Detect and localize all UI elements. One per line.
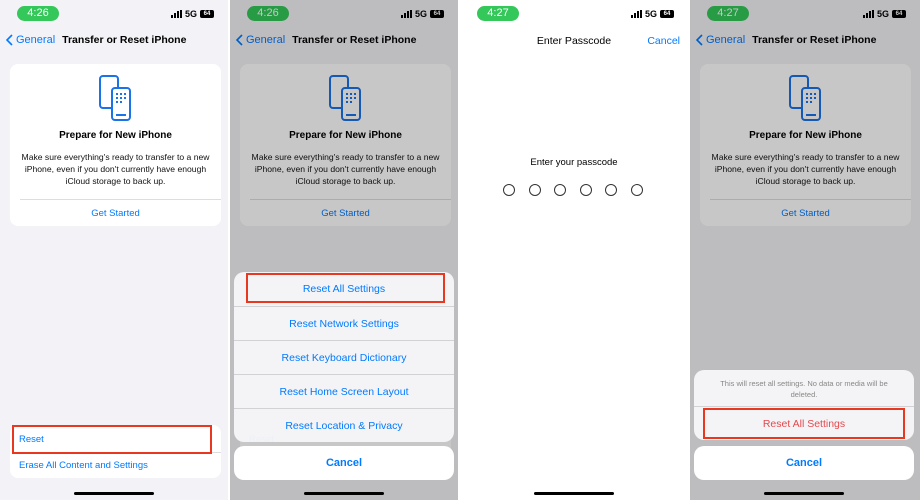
passcode-dot	[503, 184, 515, 196]
phone-transfer-icon	[99, 75, 131, 121]
screen-passcode: 4:27 5G 64 Enter Passcode Cancel Enter yo…	[460, 0, 688, 500]
passcode-dot	[528, 184, 541, 196]
divider	[20, 199, 221, 200]
reset-location-privacy-option[interactable]: Reset Location & Privacy	[234, 408, 454, 442]
time: 4:27	[477, 6, 519, 21]
battery-icon: 64	[200, 10, 214, 18]
back-label: General	[16, 34, 56, 46]
page-title: Transfer or Reset iPhone	[62, 34, 187, 46]
passcode-dot	[631, 184, 643, 196]
battery-icon: 64	[660, 10, 674, 18]
home-indicator	[74, 492, 154, 495]
chevron-left-icon	[6, 34, 13, 46]
card-heading: Prepare for New iPhone	[59, 130, 172, 141]
nav-bar: General Transfer or Reset iPhone	[6, 34, 228, 46]
reset-keyboard-dictionary-option[interactable]: Reset Keyboard Dictionary	[234, 340, 454, 374]
signal-icon	[630, 10, 642, 18]
cancel-button[interactable]: Cancel	[234, 446, 454, 480]
home-indicator	[534, 492, 614, 495]
cancel-button[interactable]: Cancel	[647, 35, 680, 47]
status-bar: 5G 64	[630, 9, 674, 19]
screen-transfer-reset: 4:26 5G 64 General Transfer or Reset iPho…	[0, 0, 228, 500]
time: 4:26	[17, 6, 59, 21]
passcode-prompt: Enter your passcode	[530, 157, 618, 168]
home-indicator	[304, 492, 384, 495]
cancel-button[interactable]: Cancel	[694, 446, 914, 480]
highlight-box	[12, 425, 212, 454]
reset-network-settings-option[interactable]: Reset Network Settings	[234, 306, 454, 340]
prepare-card: Prepare for New iPhone Make sure everyth…	[10, 64, 221, 226]
screen-confirm-reset: 4:27 5G 64 General Transfer or Reset iPho…	[690, 0, 920, 500]
highlight-box	[246, 273, 445, 303]
network-label: 5G	[184, 9, 197, 19]
passcode-dot	[554, 184, 567, 196]
get-started-button[interactable]: Get Started	[10, 208, 221, 219]
passcode-dot	[605, 184, 618, 196]
back-button[interactable]: General	[6, 34, 55, 46]
network-label: 5G	[644, 9, 657, 19]
highlight-box	[703, 408, 905, 439]
status-bar: 5G 64	[170, 9, 214, 19]
erase-all-item[interactable]: Erase All Content and Settings	[19, 460, 148, 471]
home-indicator	[764, 492, 844, 495]
confirm-message: This will reset all settings. No data or…	[720, 379, 888, 399]
card-body: Make sure everything's ready to transfer…	[21, 152, 210, 186]
signal-icon	[170, 10, 182, 18]
screen-reset-options: 4:26 5G 64 General Transfer or Reset iPho…	[230, 0, 458, 500]
reset-home-screen-layout-option[interactable]: Reset Home Screen Layout	[234, 374, 454, 408]
passcode-dot	[579, 184, 592, 196]
